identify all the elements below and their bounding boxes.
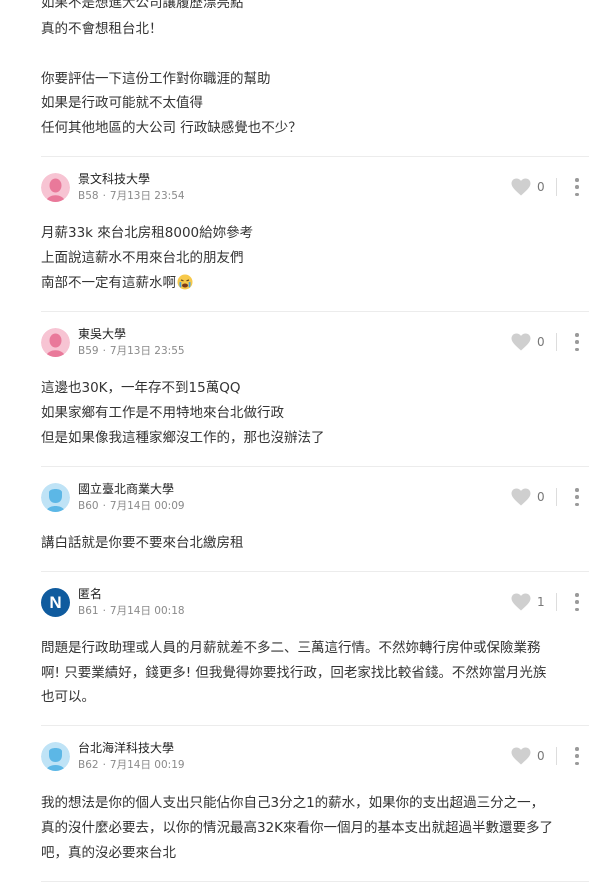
comment-line: 如果家鄉有工作是不用特地來台北做行政 xyxy=(41,405,284,421)
author-name[interactable]: 景文科技大學 xyxy=(78,172,150,187)
comment-line: 吧，真的沒必要來台北 xyxy=(41,845,176,861)
female-avatar-icon xyxy=(41,328,70,357)
comment-divider xyxy=(41,466,589,467)
author-name[interactable]: 東吳大學 xyxy=(78,327,126,342)
avatar[interactable]: N xyxy=(41,588,70,617)
male-avatar-icon xyxy=(41,483,70,512)
comment-line: 但是如果像我這種家鄉沒工作的，那也沒辦法了 xyxy=(41,430,325,446)
floor-number: B61 xyxy=(78,605,99,617)
comment-line: 講白話就是你要不要來台北繳房租 xyxy=(41,535,244,551)
more-options-icon[interactable] xyxy=(571,488,583,506)
comment-divider xyxy=(41,571,589,572)
separator xyxy=(556,747,557,765)
more-options-icon[interactable] xyxy=(571,747,583,765)
heart-icon[interactable] xyxy=(511,333,531,351)
comment-meta: B62 · 7月14日 00:19 xyxy=(78,759,185,771)
more-options-icon[interactable] xyxy=(571,178,583,196)
avatar[interactable] xyxy=(41,173,70,202)
comment-line: 問題是行政助理或人員的月薪就差不多二、三萬這行情。不然妳轉行房仲或保險業務 xyxy=(41,640,541,656)
comment-line: 月薪33k 來台北房租8000給妳參考 xyxy=(41,225,254,241)
comment-date: 7月14日 00:19 xyxy=(109,759,185,771)
comment-divider xyxy=(41,156,589,157)
female-avatar-icon xyxy=(41,173,70,202)
comment-divider xyxy=(41,311,589,312)
separator xyxy=(556,333,557,351)
comment-line: 真的沒什麼必要去，以你的情況最高32K來看你一個月的基本支出就超過半數還要多了 xyxy=(41,820,554,836)
like-count: 0 xyxy=(537,335,545,349)
avatar[interactable] xyxy=(41,483,70,512)
comment-line: 啊! 只要業績好，錢更多! 但我覺得妳要找行政，回老家找比較省錢。不然妳當月光族 xyxy=(41,665,547,681)
comment-meta: B61 · 7月14日 00:18 xyxy=(78,605,185,617)
comment-divider xyxy=(41,881,589,882)
comment-date: 7月13日 23:54 xyxy=(109,190,185,202)
male-avatar-icon xyxy=(41,742,70,771)
like-count: 0 xyxy=(537,749,545,763)
comment-date: 7月14日 00:09 xyxy=(109,500,185,512)
comment-line: 如果不是想進大公司讓履歷漂亮點 xyxy=(41,0,244,11)
comment-meta: B60 · 7月14日 00:09 xyxy=(78,500,185,512)
heart-icon[interactable] xyxy=(511,593,531,611)
avatar[interactable] xyxy=(41,328,70,357)
separator xyxy=(556,593,557,611)
like-count: 0 xyxy=(537,180,545,194)
floor-number: B62 xyxy=(78,759,99,771)
comment-line: 你要評估一下這份工作對你職涯的幫助 xyxy=(41,71,271,87)
like-count: 0 xyxy=(537,490,545,504)
floor-number: B60 xyxy=(78,500,99,512)
comment-line: 上面說這薪水不用來台北的朋友們 xyxy=(41,250,244,266)
avatar[interactable] xyxy=(41,742,70,771)
separator xyxy=(556,178,557,196)
comment-meta: B58 · 7月13日 23:54 xyxy=(78,190,185,202)
comment-line: 我的想法是你的個人支出只能佔你自己3分之1的薪水，如果你的支出超過三分之一， xyxy=(41,795,545,811)
comment-line: 也可以。 xyxy=(41,689,95,705)
comment-thread: 如果不是想進大公司讓履歷漂亮點 真的不會想租台北！ 你要評估一下這份工作對你職涯… xyxy=(0,0,603,883)
comment-line: 如果是行政可能就不太值得 xyxy=(41,95,203,111)
more-options-icon[interactable] xyxy=(571,593,583,611)
comment-line: 真的不會想租台北！ xyxy=(41,21,163,37)
author-name[interactable]: 國立臺北商業大學 xyxy=(78,482,174,497)
floor-number: B59 xyxy=(78,345,99,357)
comment-line: 這邊也30K，一年存不到15萬QQ xyxy=(41,380,241,396)
comment-divider xyxy=(41,725,589,726)
comment-date: 7月14日 00:18 xyxy=(109,605,185,617)
heart-icon[interactable] xyxy=(511,488,531,506)
like-count: 1 xyxy=(537,595,545,609)
comment-meta: B59 · 7月13日 23:55 xyxy=(78,345,185,357)
heart-icon[interactable] xyxy=(511,747,531,765)
crying-face-icon xyxy=(177,274,193,290)
comment-line: 南部不一定有這薪水啊 xyxy=(41,271,193,295)
author-name[interactable]: 匿名 xyxy=(78,587,102,602)
floor-number: B58 xyxy=(78,190,99,202)
comment-line: 任何其他地區的大公司 行政缺感覺也不少？ xyxy=(41,120,302,136)
more-options-icon[interactable] xyxy=(571,333,583,351)
author-name[interactable]: 台北海洋科技大學 xyxy=(78,741,174,756)
separator xyxy=(556,488,557,506)
comment-date: 7月13日 23:55 xyxy=(109,345,185,357)
heart-icon[interactable] xyxy=(511,178,531,196)
